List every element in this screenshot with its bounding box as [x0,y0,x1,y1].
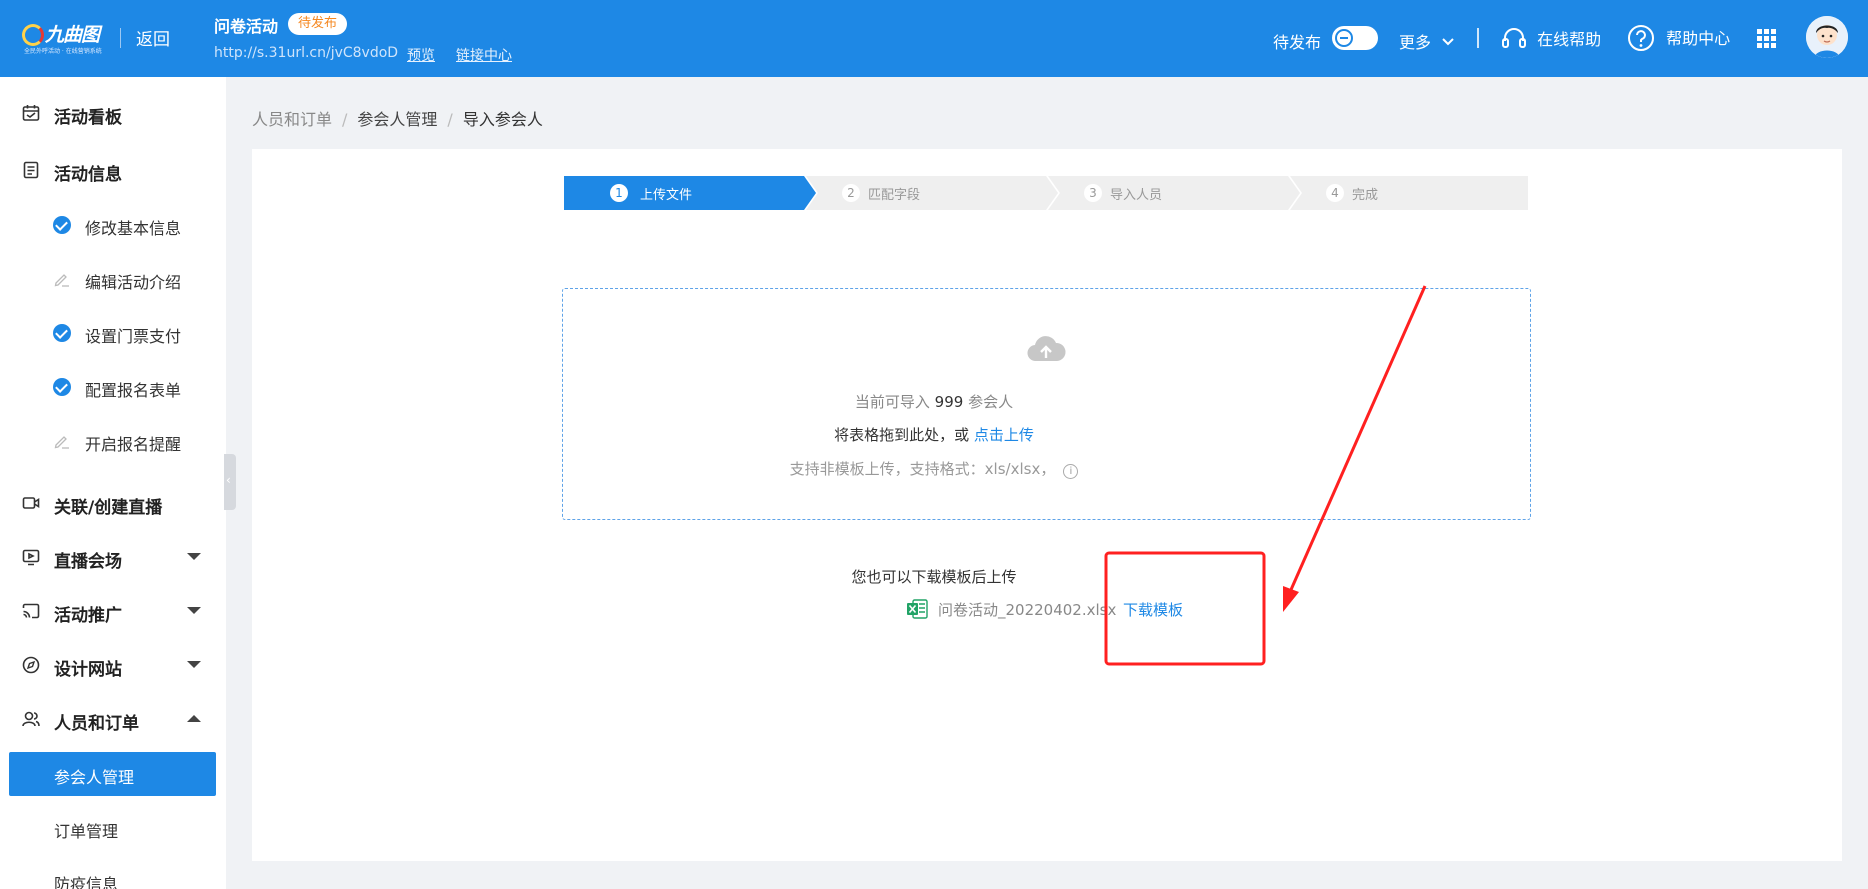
sidebar-subitem-ticket-payment[interactable]: 设置门票支付 [0,315,226,351]
formats-text: 支持非模板上传，支持格式：xls/xlsx， [789,460,1056,478]
sidebar-item-label: 活动看板 [54,108,122,128]
sidebar-subitem-epidemic-info[interactable]: 防疫信息 [0,863,226,889]
link-center-link[interactable]: 链接中心 [456,45,512,65]
caret-down-icon [187,553,201,560]
sidebar-item-label: 修改基本信息 [85,219,182,238]
caret-down-icon [187,607,201,614]
pencil-icon [54,274,69,287]
logo-subtitle: 全民外呼活动 · 在线营销系统 [24,48,102,55]
sidebar-item-label: 设计网站 [54,660,122,680]
chevron-down-icon [1442,38,1454,46]
sidebar-item-label: 防疫信息 [54,875,119,889]
compass-icon [22,656,40,674]
template-hint: 您也可以下载模板后上传 [851,568,1017,586]
step-label: 上传文件 [640,188,693,203]
sidebar-item-live-link[interactable]: 关联/创建直播 [0,483,226,523]
excel-file-icon [907,599,928,619]
breadcrumb-people-orders[interactable]: 人员和订单 [252,110,332,129]
sidebar-item-label: 参会人管理 [54,768,135,787]
apps-grid-icon[interactable] [1757,29,1777,49]
publish-status-label: 待发布 [1273,33,1322,52]
logo-ring-icon [22,24,44,46]
step-label: 导入人员 [1110,188,1163,203]
sidebar-item-label: 订单管理 [54,822,119,841]
drag-upload-text: 将表格拖到此处，或 点击上传 [0,424,1868,445]
status-badge: 待发布 [288,13,348,35]
app-logo[interactable]: 九曲图 全民外呼活动 · 在线营销系统 [22,20,108,56]
document-icon [23,161,39,179]
step-number: 4 [1326,184,1344,202]
template-file-name: 问卷活动_20220402.xlsx [938,601,1117,619]
click-upload-link[interactable]: 点击上传 [974,426,1034,444]
publish-toggle[interactable] [1332,26,1378,50]
sidebar-item-people-orders[interactable]: 人员和订单 [0,699,226,739]
caret-down-icon [187,661,201,668]
breadcrumb: 人员和订单 / 参会人管理 / 导入参会人 [252,106,543,130]
header-separator [1477,28,1479,48]
sidebar: 活动看板 活动信息 修改基本信息 编辑活动介绍 设置门票支付 配置报名表单 开启… [0,77,226,889]
event-url: http://s.31url.cn/jvC8vdoD [214,45,399,61]
import-quota-text: 当前可导入 999 参会人 [0,391,1868,412]
sidebar-subitem-edit-basic-info[interactable]: 修改基本信息 [0,207,226,243]
cloud-upload-icon [1027,336,1066,362]
users-icon [22,711,40,727]
step-label: 匹配字段 [868,188,921,203]
help-center-button[interactable]: 帮助中心 [1627,24,1730,52]
sidebar-item-label: 设置门票支付 [85,327,182,346]
top-header: 九曲图 全民外呼活动 · 在线营销系统 返回 问卷活动 待发布 http://s… [0,0,1868,77]
logo-text: 九曲图 [45,24,100,46]
quota-value: 999 [934,393,964,411]
sidebar-item-promotion[interactable]: 活动推广 [0,591,226,631]
sidebar-item-dashboard[interactable]: 活动看板 [0,93,226,133]
toggle-knob [1335,29,1353,47]
sidebar-item-label: 编辑活动介绍 [85,273,182,292]
avatar-face-icon [1806,16,1848,58]
sidebar-item-label: 活动信息 [54,165,122,185]
online-help-label: 在线帮助 [1537,30,1602,49]
sidebar-item-event-info[interactable]: 活动信息 [0,150,226,190]
quota-suffix: 参会人 [968,393,1014,411]
breadcrumb-current: 导入参会人 [462,110,543,129]
import-steps: 1 上传文件 2 匹配字段 3 导入人员 4 完成 [564,176,1528,210]
sidebar-subitem-edit-intro[interactable]: 编辑活动介绍 [0,261,226,297]
step-number: 3 [1084,184,1102,202]
step-number: 1 [610,184,628,202]
more-menu[interactable]: 更多 [1399,29,1454,53]
question-circle-icon [1628,25,1654,51]
sidebar-item-design-website[interactable]: 设计网站 [0,645,226,685]
live-screen-icon [22,549,40,566]
check-circle-icon [53,216,71,234]
supported-formats-text: 支持非模板上传，支持格式：xls/xlsx， i [0,458,1868,479]
quota-prefix: 当前可导入 [854,393,930,411]
sidebar-subitem-order-management[interactable]: 订单管理 [0,810,226,846]
online-help-button[interactable]: 在线帮助 [1501,26,1601,51]
sidebar-item-label: 人员和订单 [54,714,139,734]
event-title: 问卷活动 [214,17,279,36]
more-label: 更多 [1399,33,1432,52]
breadcrumb-attendee-management[interactable]: 参会人管理 [357,110,437,129]
calendar-icon [22,105,40,121]
sidebar-item-label: 活动推广 [54,606,122,626]
breadcrumb-separator: / [447,110,453,129]
sidebar-subitem-attendee-management[interactable]: 参会人管理 [9,752,216,796]
sidebar-item-label: 关联/创建直播 [54,498,163,518]
video-camera-icon [22,497,40,509]
back-link[interactable]: 返回 [136,25,170,50]
check-circle-icon [53,324,71,342]
drag-text: 将表格拖到此处，或 [834,426,970,444]
headset-icon [1502,28,1526,48]
header-divider [120,28,121,48]
cast-icon [22,603,40,619]
preview-link[interactable]: 预览 [407,45,435,65]
caret-up-icon [187,715,201,722]
step-label: 完成 [1352,188,1379,203]
info-icon[interactable]: i [1063,464,1079,479]
help-center-label: 帮助中心 [1666,29,1731,48]
download-template-link[interactable]: 下载模板 [1123,599,1183,620]
step-number: 2 [842,184,860,202]
breadcrumb-separator: / [342,110,348,129]
user-avatar[interactable] [1806,16,1848,58]
